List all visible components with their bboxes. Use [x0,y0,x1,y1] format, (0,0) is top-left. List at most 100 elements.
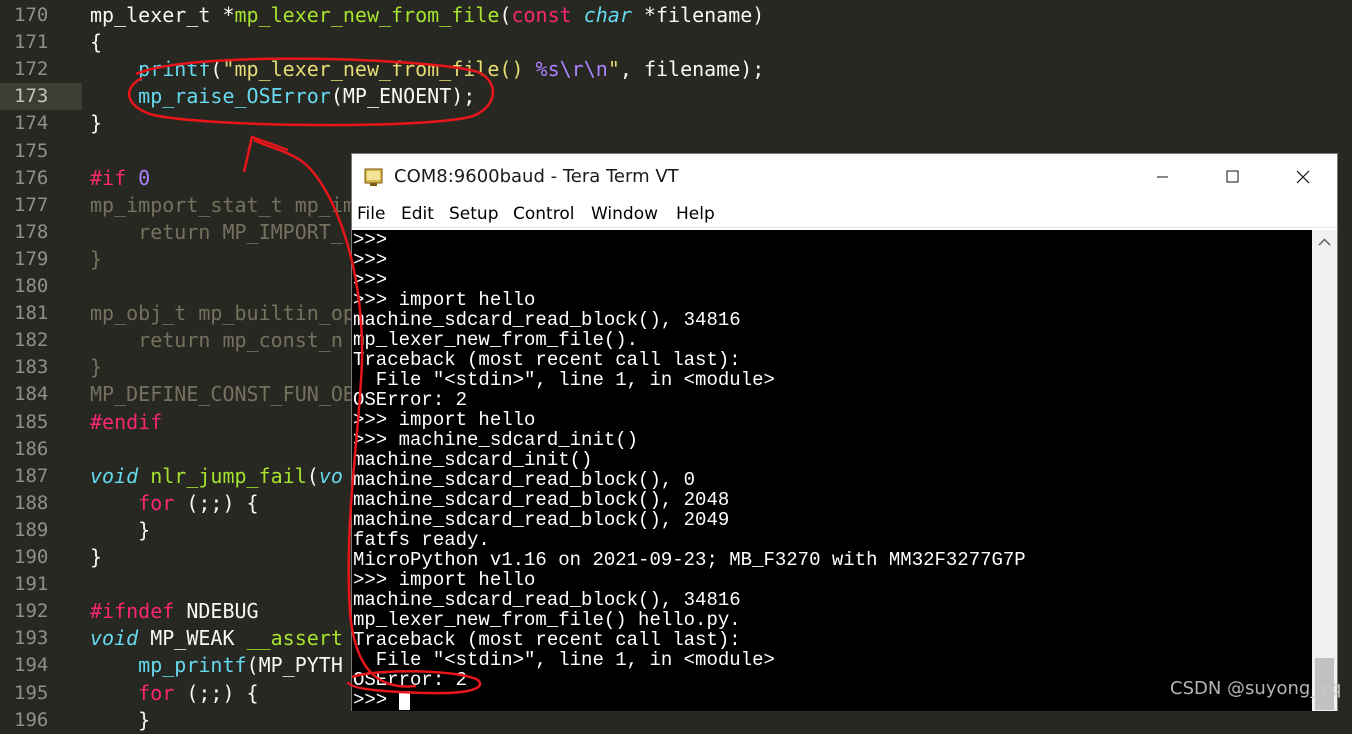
code-text: mp_printf(MP_PYTH [90,652,343,679]
maximize-button[interactable] [1197,154,1267,200]
terminal-cursor [398,691,410,710]
line-number: 194 [14,654,49,677]
code-text: } [90,246,102,273]
code-token: #endif [90,409,163,434]
code-token: mp_lexer_t * [90,3,235,27]
line-number: 180 [14,275,49,297]
code-text: #endif [90,409,162,436]
line-number: 179 [14,247,49,270]
code-token: mp_raise_OSError [138,84,331,109]
terminal-line: machine_sdcard_read_block(), 34816 [353,309,741,331]
code-token: mp_printf [138,653,247,678]
minimize-button[interactable] [1127,154,1197,200]
line-number: 189 [14,518,49,541]
terminal-line: Traceback (most recent call last): [353,349,741,371]
terminal-line: >>> [353,249,388,271]
code-token: } [90,517,151,542]
code-token: mp_import_stat_t mp_im [90,192,355,217]
vertical-scrollbar[interactable] [1312,230,1337,711]
code-token: (;;) { [174,680,259,705]
code-text: mp_obj_t mp_builtin_op [90,300,355,327]
code-line[interactable]: 173 mp_raise_OSError(MP_ENOENT); [0,83,1352,111]
terminal-line: machine_sdcard_read_block(), 2049 [353,509,730,531]
code-token: void [90,626,139,651]
code-token: , filename); [619,57,765,82]
menu-edit[interactable]: Edit [401,202,434,226]
code-token: } [90,355,103,380]
code-text: return MP_IMPORT_ [90,219,343,246]
scroll-up-arrow-icon[interactable] [1312,230,1337,255]
window-titlebar[interactable]: COM8:9600baud - Tera Term VT [352,154,1337,200]
line-number: 184 [14,383,49,406]
code-token: \r\n [559,57,608,82]
line-number: 175 [14,139,49,162]
code-token: *filename) [631,3,765,27]
code-token: } [90,545,103,569]
code-token: MP_DEFINE_CONST_FUN_OB [90,382,355,407]
code-token: mp_lexer_new_from_file [234,3,500,27]
teraterm-window[interactable]: COM8:9600baud - Tera Term VT File Edit S… [351,153,1338,711]
line-number: 195 [14,681,49,704]
terminal-line: mp_lexer_new_from_file(). [353,329,639,351]
line-number: 193 [14,627,49,650]
terminal-line: OSError: 2 [353,389,468,411]
code-token: } [90,246,103,271]
line-number: 177 [14,193,49,216]
code-text: } [90,544,102,571]
window-title: COM8:9600baud - Tera Term VT [394,166,679,187]
terminal-line: File "<stdin>", line 1, in <module> [353,649,775,671]
line-number: 188 [14,491,49,514]
terminal-line: >>> import hello [353,289,536,311]
code-token: return MP_IMPORT_ [90,219,343,244]
code-text: return mp_const_n [90,327,343,354]
code-token: return mp_const_n [90,328,343,353]
terminal-output[interactable]: >>> >>> >>> >>> import hello machine_sdcard_… [352,230,1312,711]
terminal-line: machine_sdcard_read_block(), 34816 [353,589,741,611]
code-text: } [90,110,102,137]
line-number: 178 [14,220,49,243]
menu-help[interactable]: Help [676,202,715,226]
line-number: 183 [14,356,49,379]
close-button[interactable] [1267,154,1337,200]
terminal-line: >>> import hello [353,569,536,591]
line-number: 187 [14,464,49,487]
code-token: (MP_PYTH [246,653,343,678]
line-number: 185 [14,410,49,433]
line-number: 190 [14,546,49,568]
code-token: %s [535,57,560,82]
code-token: void [90,463,139,488]
code-token: (MP_ENOENT); [330,84,476,109]
code-text: for (;;) { [90,680,259,707]
code-text: void nlr_jump_fail(vo [90,463,343,490]
menu-bar: File Edit Setup Control Window Help [352,200,1337,228]
code-text: mp_import_stat_t mp_im [90,192,355,219]
menu-file[interactable]: File [357,202,385,226]
code-line[interactable]: 171 { [0,29,1352,56]
line-number: 174 [14,112,49,135]
terminal-line: >>> import hello [353,409,536,431]
code-line[interactable]: 170 mp_lexer_t *mp_lexer_new_from_file(co… [0,2,1352,29]
terminal-line: >>> [353,269,388,291]
code-line[interactable]: 172 printf("mp_lexer_new_from_file() %s\… [0,56,1352,83]
code-token: printf [138,57,211,82]
watermark: CSDN @suyong_yq [1170,678,1342,699]
menu-setup[interactable]: Setup [449,202,498,226]
menu-window[interactable]: Window [591,202,658,226]
code-token: for [138,490,175,515]
code-token: NDEBUG [174,599,259,624]
menu-control[interactable]: Control [513,202,574,226]
code-token: char [583,3,632,27]
code-line[interactable]: 174} [0,110,1352,137]
code-text: mp_lexer_t *mp_lexer_new_from_file(const… [90,2,764,29]
teraterm-app-icon [364,168,383,186]
code-token: " [607,57,620,82]
terminal-line: Traceback (most recent call last): [353,629,741,651]
line-number: 182 [14,329,49,352]
